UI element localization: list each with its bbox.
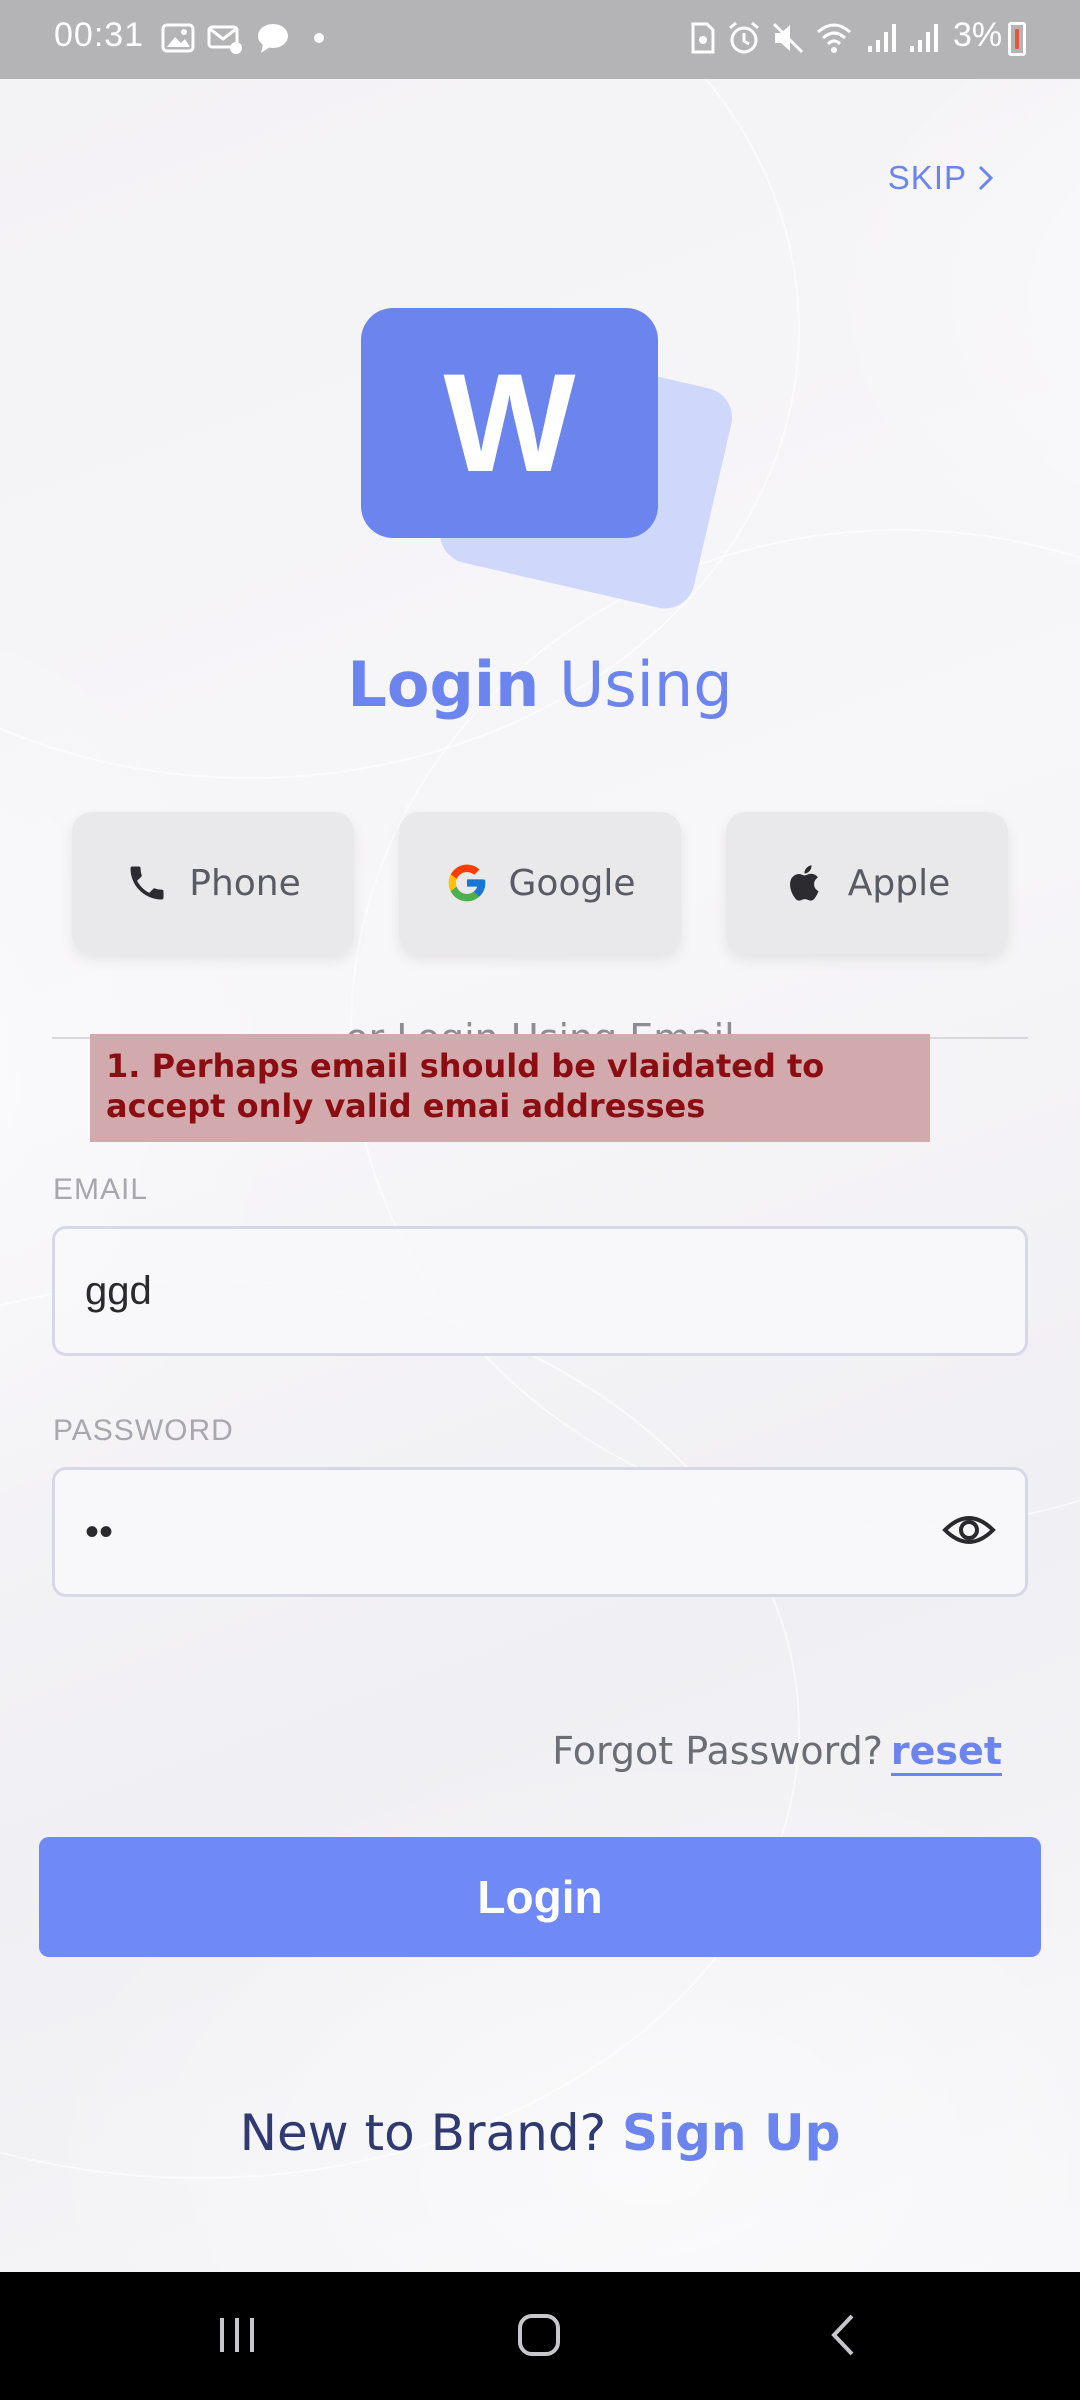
skip-button[interactable]: SKIP <box>888 159 995 197</box>
apple-login-button[interactable]: Apple <box>726 812 1008 954</box>
password-field[interactable]: •• <box>52 1467 1028 1597</box>
signal-icon <box>910 24 938 52</box>
feedback-annotation: 1. Perhaps email should be vlaidated to … <box>90 1034 930 1142</box>
email-field[interactable]: ggd <box>52 1226 1028 1356</box>
login-screen: SKIP W Login Using Phone Google Apple 1.… <box>0 79 1080 2272</box>
recent-apps-icon[interactable] <box>214 2312 260 2358</box>
signup-link[interactable]: Sign Up <box>622 2104 840 2162</box>
status-bar: 00:31 3% <box>0 0 1080 79</box>
chat-icon <box>258 24 288 53</box>
title-bold: Login <box>347 648 540 721</box>
email-label: EMAIL <box>53 1173 149 1206</box>
login-button[interactable]: Login <box>39 1837 1041 1957</box>
social-login-row: Phone Google Apple <box>72 812 1008 954</box>
back-icon[interactable] <box>822 2312 868 2358</box>
phone-icon <box>130 866 164 900</box>
mute-icon <box>772 22 804 54</box>
home-icon[interactable] <box>516 2312 562 2358</box>
logo-letter: W <box>443 344 576 501</box>
page-title: Login Using <box>0 648 1080 721</box>
app-logo: W <box>361 308 738 615</box>
navigation-bar <box>0 2272 1080 2400</box>
apple-icon <box>789 865 819 901</box>
battery-percent: 3% <box>953 16 1003 54</box>
dot-icon <box>314 33 324 43</box>
mail-settings-icon <box>207 25 242 54</box>
logo-front-card: W <box>361 308 658 538</box>
status-time: 00:31 <box>54 16 145 54</box>
skip-label: SKIP <box>887 159 967 196</box>
password-label: PASSWORD <box>53 1414 234 1447</box>
alarm-icon <box>729 21 759 54</box>
apple-label: Apple <box>847 862 951 904</box>
google-label: Google <box>508 862 636 904</box>
wifi-icon <box>817 23 851 53</box>
password-value: •• <box>85 1509 114 1554</box>
sim-icon <box>691 22 715 54</box>
google-login-button[interactable]: Google <box>399 812 681 954</box>
signup-prompt: New to Brand? Sign Up <box>0 2104 1080 2162</box>
reset-link[interactable]: reset <box>890 1729 1002 1776</box>
gallery-icon <box>161 23 195 53</box>
title-rest: Using <box>539 648 733 721</box>
battery-icon <box>1008 22 1026 56</box>
eye-icon[interactable] <box>941 1502 997 1558</box>
phone-label: Phone <box>189 862 301 904</box>
chevron-right-icon <box>978 165 994 191</box>
email-value: ggd <box>85 1268 152 1313</box>
signup-text: New to Brand? <box>239 2104 607 2162</box>
forgot-text: Forgot Password? <box>552 1729 883 1773</box>
phone-login-button[interactable]: Phone <box>72 812 354 954</box>
forgot-password: Forgot Password? reset <box>552 1729 1002 1776</box>
google-icon <box>448 864 485 902</box>
signal-icon <box>868 24 896 52</box>
